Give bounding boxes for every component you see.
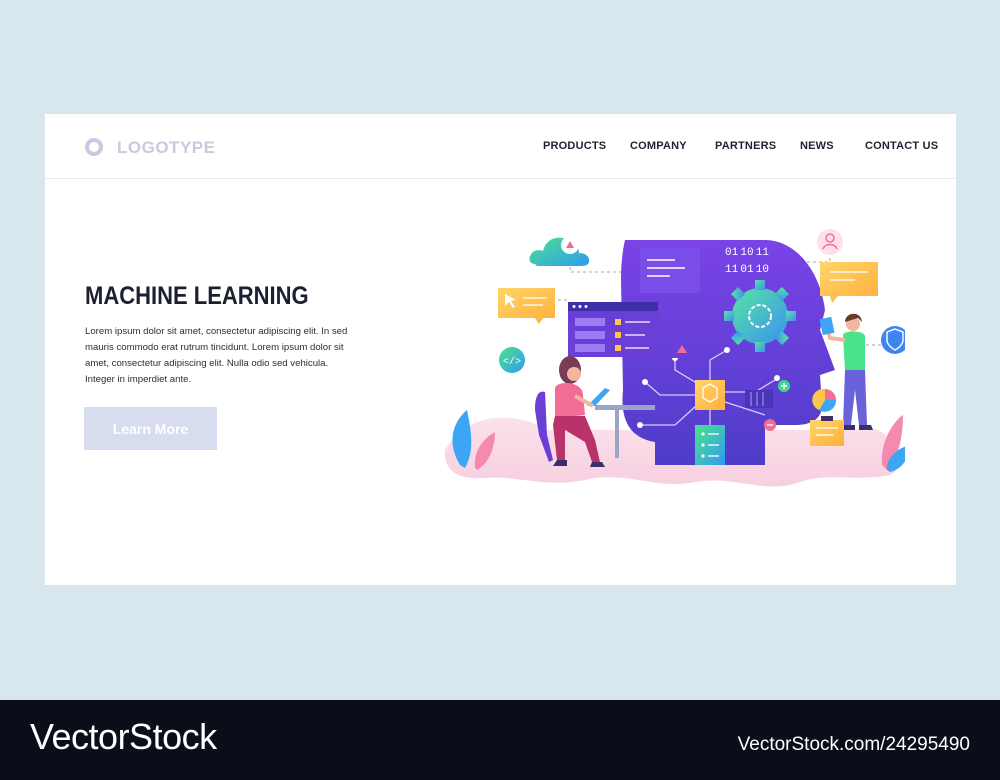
footer-brand: VectorStock <box>30 716 217 757</box>
user-avatar-icon <box>817 229 843 255</box>
code-panel <box>640 248 700 293</box>
footer-image-id: VectorStock.com/24295490 <box>737 734 970 755</box>
landing-card: LOGOTYPE PRODUCTS COMPANY PARTNERS NEWS … <box>45 114 956 585</box>
browser-window <box>568 302 658 357</box>
shield-icon <box>881 326 905 354</box>
code-icon: </> <box>499 347 525 373</box>
hero-title: MACHINE LEARNING <box>85 282 309 310</box>
machine-learning-illustration: 01 10 11 11 01 10 </> <box>444 229 905 487</box>
server-icon <box>695 425 725 465</box>
nav-partners[interactable]: PARTNERS <box>715 140 776 152</box>
cursor-icon <box>498 288 555 324</box>
logo-circle-icon <box>85 138 103 156</box>
learn-more-button[interactable]: Learn More <box>84 407 217 450</box>
hero-description: Lorem ipsum dolor sit amet, consectetur … <box>85 326 348 385</box>
site-header: LOGOTYPE PRODUCTS COMPANY PARTNERS NEWS … <box>45 114 956 179</box>
gear-icon <box>724 280 796 352</box>
nav-products[interactable]: PRODUCTS <box>543 140 606 152</box>
minus-icon <box>764 419 776 431</box>
plus-icon <box>778 380 790 392</box>
cube-icon <box>695 380 725 410</box>
binary-row-1: 01 10 11 <box>725 247 769 259</box>
logo-text[interactable]: LOGOTYPE <box>117 138 215 158</box>
plant-right <box>881 415 905 472</box>
calendar-icon <box>810 416 844 446</box>
chat-bubble-right <box>820 262 878 303</box>
nav-company[interactable]: COMPANY <box>630 140 687 152</box>
svg-text:</>: </> <box>503 356 521 368</box>
binary-row-2: 11 01 10 <box>725 264 769 276</box>
watermark-footer: VectorStock VectorStock.com/24295490 <box>0 700 1000 780</box>
nav-news[interactable]: NEWS <box>800 140 834 152</box>
nav-contact-us[interactable]: CONTACT US <box>865 140 938 152</box>
cloud-upload-icon <box>529 236 590 266</box>
